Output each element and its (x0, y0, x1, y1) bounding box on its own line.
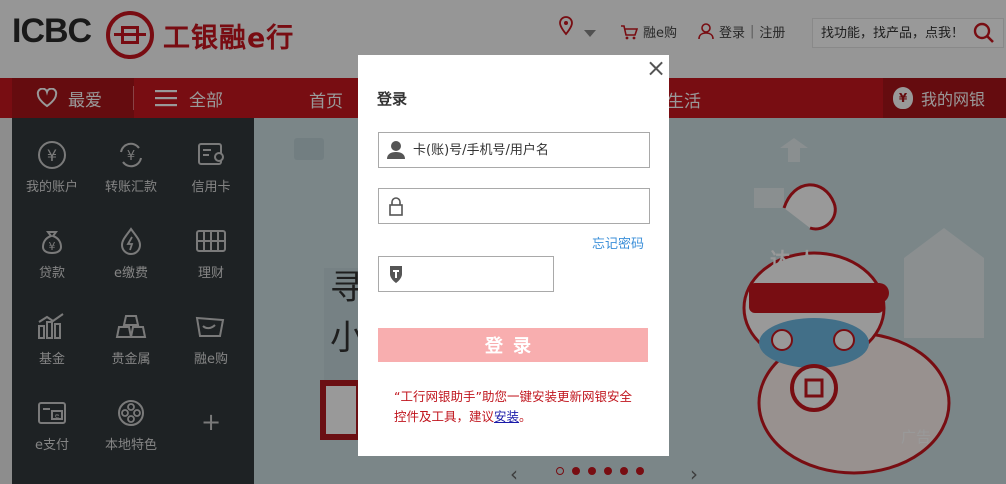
login-button[interactable]: 登录 (378, 328, 648, 362)
account-field[interactable] (378, 132, 650, 168)
login-dialog: × 登录 忘记密码 登录 “工行网银助手”助您一键安装更新网银安全控件及工具，建… (358, 55, 669, 456)
lock-icon (389, 197, 403, 216)
password-input[interactable] (413, 189, 649, 223)
helper-end: 。 (519, 409, 532, 424)
user-silhouette-icon (387, 141, 405, 159)
password-field[interactable] (378, 188, 650, 224)
install-link[interactable]: 安装 (494, 409, 519, 424)
forgot-password-link[interactable]: 忘记密码 (592, 233, 644, 252)
login-dialog-title: 登录 (377, 90, 408, 108)
security-helper-note: “工行网银助手”助您一键安装更新网银安全控件及工具，建议安装。 (394, 387, 644, 427)
shield-icon (390, 266, 402, 283)
captcha-field[interactable] (378, 256, 554, 292)
close-icon[interactable]: × (646, 56, 666, 80)
account-input[interactable] (413, 133, 649, 167)
captcha-input[interactable] (413, 257, 553, 291)
